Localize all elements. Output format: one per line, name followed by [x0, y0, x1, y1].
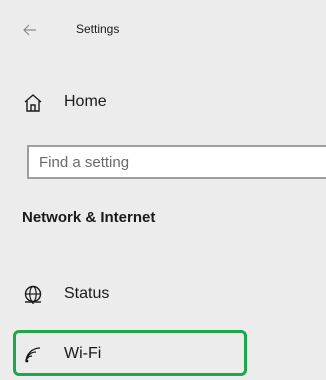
section-heading: Network & Internet: [22, 209, 156, 226]
app-title: Settings: [76, 22, 120, 36]
sidebar-item-label: Home: [64, 93, 107, 110]
wifi-highlight-box: [13, 330, 247, 376]
title-bar: Settings: [0, 0, 326, 60]
search-field[interactable]: [27, 145, 326, 179]
home-icon: [22, 92, 44, 114]
search-input[interactable]: [29, 147, 326, 177]
sidebar-item-status[interactable]: Status: [0, 274, 326, 314]
sidebar-item-home[interactable]: Home: [0, 82, 326, 122]
globe-status-icon: [22, 284, 44, 306]
sidebar-item-label: Status: [64, 285, 110, 302]
settings-nav-pane: Settings Home Network & Internet Status: [0, 0, 326, 380]
back-arrow-icon[interactable]: [22, 18, 46, 42]
